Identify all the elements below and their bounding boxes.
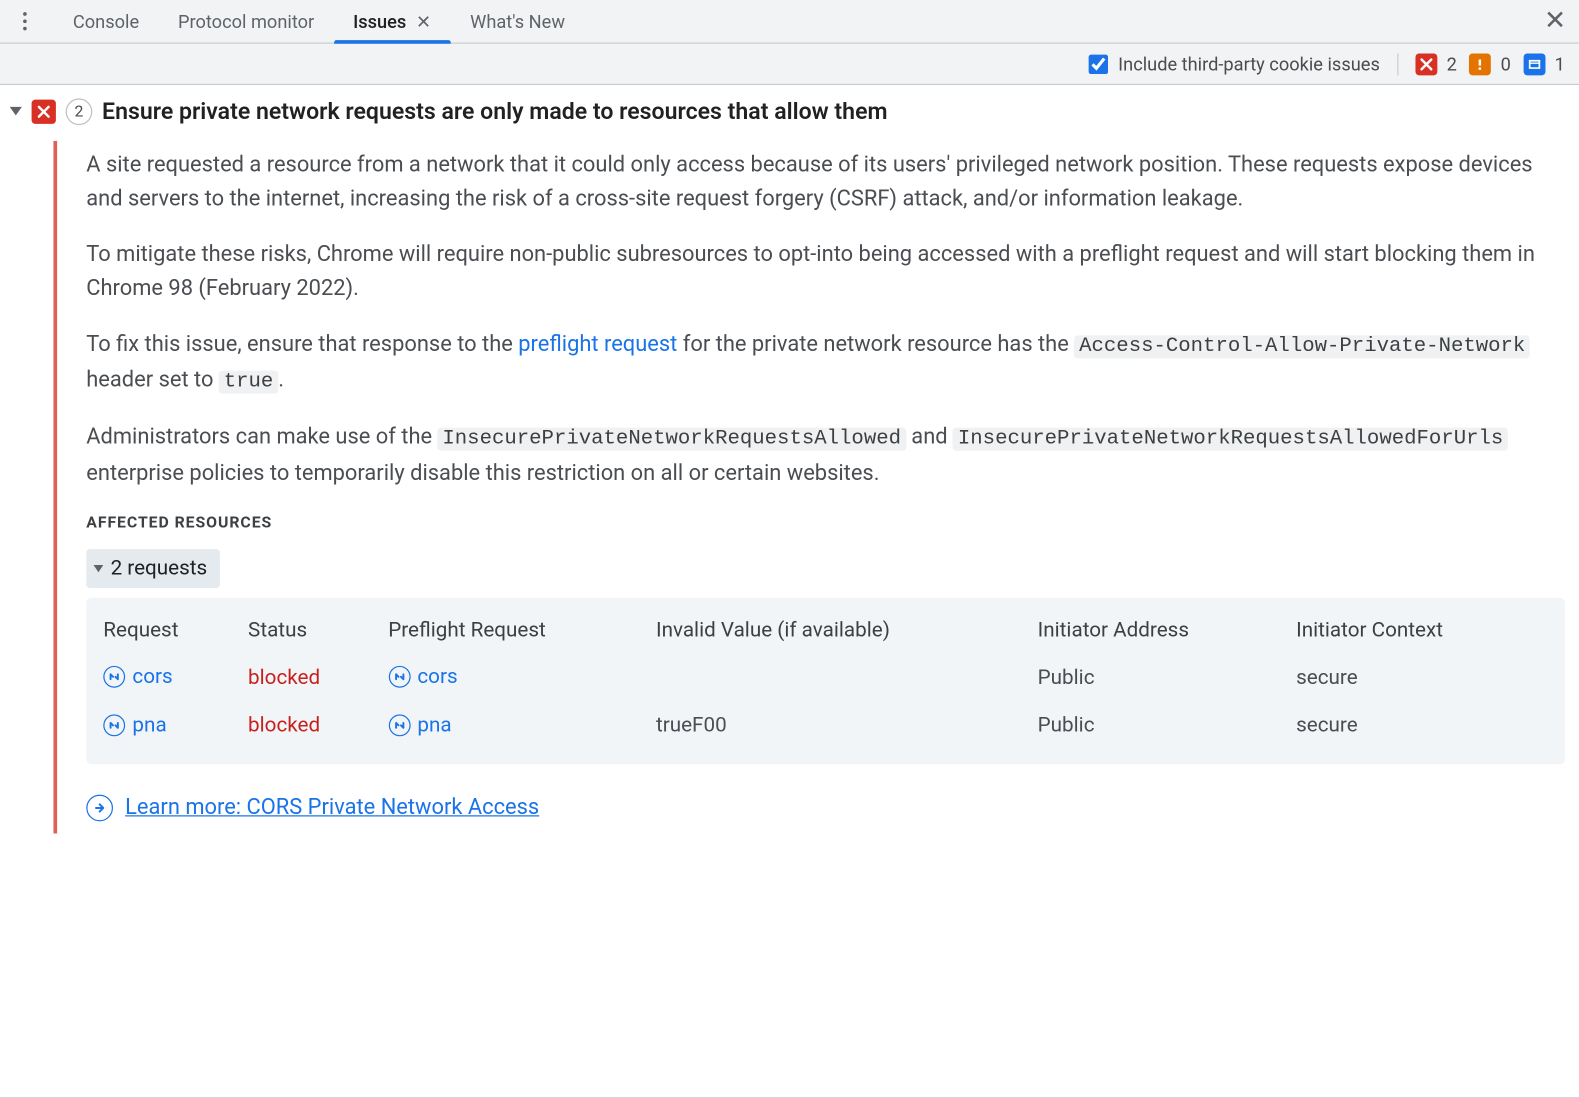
info-badge-icon[interactable] xyxy=(1523,53,1545,75)
tab-protocol-monitor[interactable]: Protocol monitor xyxy=(159,0,334,43)
issue-body: A site requested a resource from a netwo… xyxy=(53,141,1564,834)
tab-whats-new[interactable]: What's New xyxy=(451,0,585,43)
request-link[interactable]: pna xyxy=(103,709,166,741)
issues-toolbar: Include third-party cookie issues 2 0 1 xyxy=(0,44,1579,85)
col-status: Status xyxy=(248,607,388,654)
info-count: 1 xyxy=(1555,53,1565,75)
requests-table-panel: Request Status Preflight Request Invalid… xyxy=(86,598,1565,765)
network-icon xyxy=(103,666,125,688)
preflight-request-link[interactable]: preflight request xyxy=(518,331,677,357)
preflight-link[interactable]: cors xyxy=(388,661,457,693)
include-third-party-input[interactable] xyxy=(1089,54,1108,73)
network-icon xyxy=(388,714,410,736)
close-icon[interactable]: ✕ xyxy=(416,10,431,32)
severity-error-icon xyxy=(32,100,56,124)
tab-console[interactable]: Console xyxy=(53,0,158,43)
status-cell: blocked xyxy=(248,702,388,750)
requests-table: Request Status Preflight Request Invalid… xyxy=(103,607,1548,750)
issue-paragraph: To mitigate these risks, Chrome will req… xyxy=(86,238,1565,306)
issue-paragraph: A site requested a resource from a netwo… xyxy=(86,148,1565,216)
invalid-value-cell xyxy=(656,654,1038,702)
include-third-party-label: Include third-party cookie issues xyxy=(1118,53,1380,75)
col-invalid: Invalid Value (if available) xyxy=(656,607,1038,654)
expand-caret-icon[interactable] xyxy=(10,107,22,116)
affected-resources-label: AFFECTED RESOURCES xyxy=(86,512,1565,536)
col-preflight: Preflight Request xyxy=(388,607,656,654)
requests-toggle[interactable]: 2 requests xyxy=(86,549,219,588)
requests-toggle-label: 2 requests xyxy=(111,552,208,584)
col-request: Request xyxy=(103,607,248,654)
devtools-tabbar: Console Protocol monitor Issues ✕ What's… xyxy=(0,0,1579,44)
table-row: cors blocked cors Public secure xyxy=(103,654,1548,702)
initiator-context-cell: secure xyxy=(1296,702,1548,750)
error-badge-icon[interactable] xyxy=(1415,53,1437,75)
tab-issues[interactable]: Issues ✕ xyxy=(334,0,451,43)
initiator-context-cell: secure xyxy=(1296,654,1548,702)
issue-row: 2 Ensure private network requests are on… xyxy=(10,97,1579,126)
code-literal: Access-Control-Allow-Private-Network xyxy=(1074,335,1530,358)
more-tabs-button[interactable] xyxy=(12,12,36,30)
arrow-right-circle-icon xyxy=(86,795,113,822)
chevron-down-icon xyxy=(94,565,104,572)
request-link[interactable]: cors xyxy=(103,661,172,693)
tab-strip: Console Protocol monitor Issues ✕ What's… xyxy=(53,0,584,43)
invalid-value-cell: trueF00 xyxy=(656,702,1038,750)
network-icon xyxy=(388,666,410,688)
include-third-party-checkbox[interactable]: Include third-party cookie issues xyxy=(1089,53,1380,75)
table-row: pna blocked pna trueF00 Public secure xyxy=(103,702,1548,750)
issue-paragraph: Administrators can make use of the Insec… xyxy=(86,421,1565,491)
issue-paragraph: To fix this issue, ensure that response … xyxy=(86,328,1565,399)
table-header-row: Request Status Preflight Request Invalid… xyxy=(103,607,1548,654)
col-initiator-context: Initiator Context xyxy=(1296,607,1548,654)
code-literal: InsecurePrivateNetworkRequestsAllowedFor… xyxy=(953,428,1508,451)
network-icon xyxy=(103,714,125,736)
close-panel-button[interactable]: ✕ xyxy=(1538,4,1572,38)
warning-badge-icon[interactable] xyxy=(1469,53,1491,75)
toolbar-separator xyxy=(1397,53,1398,75)
initiator-address-cell: Public xyxy=(1038,654,1296,702)
initiator-address-cell: Public xyxy=(1038,702,1296,750)
warning-count: 0 xyxy=(1501,53,1511,75)
learn-more-row: Learn more: CORS Private Network Access xyxy=(86,791,539,825)
error-count: 2 xyxy=(1447,53,1457,75)
learn-more-link[interactable]: Learn more: CORS Private Network Access xyxy=(125,791,539,825)
issues-list[interactable]: 2 Ensure private network requests are on… xyxy=(0,85,1579,1098)
status-cell: blocked xyxy=(248,654,388,702)
issue-count-pill: 2 xyxy=(66,98,93,125)
code-literal: InsecurePrivateNetworkRequestsAllowed xyxy=(438,428,906,451)
code-literal: true xyxy=(219,370,278,393)
issue-title: Ensure private network requests are only… xyxy=(102,97,887,126)
preflight-link[interactable]: pna xyxy=(388,709,451,741)
issue-counters: 2 0 1 xyxy=(1415,53,1567,75)
col-initiator-address: Initiator Address xyxy=(1038,607,1296,654)
